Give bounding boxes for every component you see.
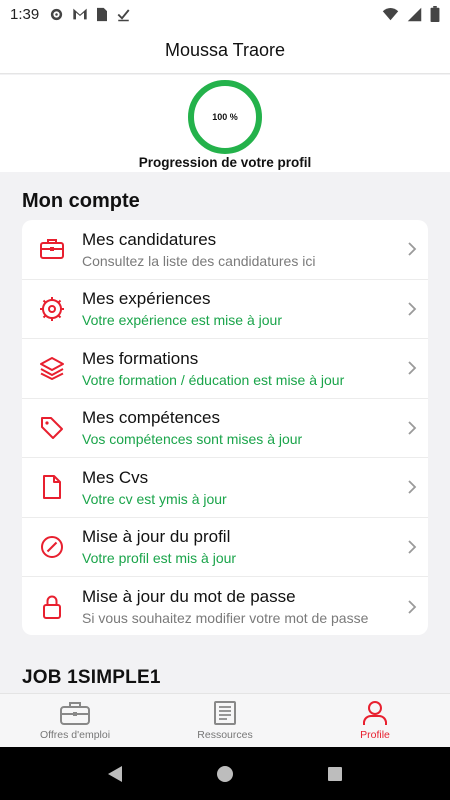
- menu-item-update-password[interactable]: Mise à jour du mot de passe Si vous souh…: [22, 577, 428, 635]
- menu-item-candidatures[interactable]: Mes candidatures Consultez la liste des …: [22, 220, 428, 280]
- tag-icon: [41, 416, 63, 439]
- briefcase-icon: [60, 702, 90, 725]
- compass-icon: [41, 535, 63, 558]
- recents-icon[interactable]: [327, 766, 343, 782]
- wifi-icon: [382, 8, 399, 21]
- progress-value: 100 %: [212, 112, 238, 122]
- menu-item-label: Mes expériences: [82, 289, 211, 309]
- page-title: Moussa Traore: [164, 40, 286, 60]
- progress-label: Progression de votre profil: [138, 155, 312, 170]
- menu-item-subtitle: Si vous souhaitez modifier votre mot de …: [82, 610, 369, 627]
- menu-item-label: Mes formations: [82, 348, 199, 368]
- gmail-icon: [73, 8, 87, 20]
- app-header: Moussa Traore: [0, 28, 450, 74]
- layers-icon: [40, 357, 64, 381]
- section-title-account: Mon compte: [22, 190, 140, 212]
- chevron-right-icon: [408, 600, 417, 614]
- menu-item-label: Mes compétences: [82, 408, 220, 428]
- menu-item-subtitle: Votre cv est ymis à jour: [82, 490, 227, 507]
- progress-ring: 100 %: [188, 80, 262, 154]
- file-icon: [43, 475, 61, 500]
- lock-icon: [43, 595, 61, 619]
- chevron-right-icon: [408, 421, 417, 435]
- sim-icon: [97, 7, 108, 21]
- chevron-right-icon: [408, 361, 417, 375]
- menu-item-experiences[interactable]: Mes expériences Votre expérience est mis…: [22, 280, 428, 339]
- menu-item-subtitle: Votre expérience est mise à jour: [82, 312, 282, 329]
- check-icon: [117, 8, 130, 21]
- chevron-right-icon: [408, 302, 417, 316]
- system-navigation-bar: [0, 747, 450, 800]
- chevron-right-icon: [408, 480, 417, 494]
- gear-icon: [51, 8, 63, 20]
- chevron-right-icon: [408, 242, 417, 256]
- menu-item-subtitle: Votre profil est mis à jour: [82, 550, 237, 567]
- nav-item-ressources[interactable]: Ressources: [150, 694, 300, 747]
- nav-item-offres[interactable]: Offres d'emploi: [0, 694, 150, 747]
- nav-label: Offres d'emploi: [39, 729, 111, 741]
- status-bar: 1:39: [0, 0, 450, 28]
- menu-item-subtitle: Vos compétences sont mises à jour: [82, 431, 303, 448]
- profile-progress: 100 % Progression de votre profil: [0, 75, 450, 172]
- menu-item-subtitle: Consultez la liste des candidatures ici: [82, 252, 316, 269]
- menu-item-label: Mise à jour du profil: [82, 527, 231, 547]
- menu-item-competences[interactable]: Mes compétences Vos compétences sont mis…: [22, 399, 428, 458]
- document-list-icon: [214, 701, 236, 725]
- nav-item-profile[interactable]: Profile: [300, 694, 450, 747]
- nav-label: Ressources: [197, 729, 253, 741]
- back-icon[interactable]: [107, 765, 123, 783]
- bottom-navigation: Offres d'emploi Ressources Profile: [0, 693, 450, 747]
- section-title-job1simple1: JOB 1SIMPLE1: [22, 667, 161, 688]
- menu-item-label: Mes Cvs: [82, 467, 149, 487]
- nav-label: Profile: [360, 729, 390, 741]
- menu-item-label: Mise à jour du mot de passe: [82, 587, 296, 607]
- chevron-right-icon: [408, 540, 417, 554]
- battery-icon: [430, 6, 440, 22]
- briefcase-icon: [40, 239, 64, 260]
- signal-icon: [407, 7, 422, 21]
- gear-badge-icon: [40, 296, 64, 321]
- user-icon: [363, 701, 387, 725]
- menu-item-update-profile[interactable]: Mise à jour du profil Votre profil est m…: [22, 518, 428, 577]
- menu-item-subtitle: Votre formation / éducation est mise à j…: [82, 371, 345, 388]
- menu-item-cvs[interactable]: Mes Cvs Votre cv est ymis à jour: [22, 458, 428, 518]
- home-icon[interactable]: [216, 765, 234, 783]
- account-menu-card: Mes candidatures Consultez la liste des …: [22, 220, 428, 635]
- status-time: 1:39: [10, 5, 40, 23]
- menu-item-label: Mes candidatures: [82, 229, 217, 249]
- menu-item-formations[interactable]: Mes formations Votre formation / éducati…: [22, 339, 428, 399]
